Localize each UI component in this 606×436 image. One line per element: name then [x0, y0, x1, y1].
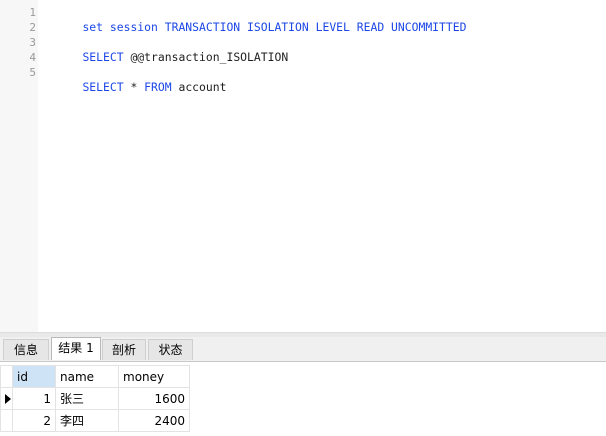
grid-header-row: id name money	[0, 365, 190, 388]
line-number: 4	[29, 51, 36, 64]
cell-money[interactable]: 2400	[118, 409, 190, 432]
line-number: 2	[29, 21, 36, 34]
line-number: 5	[29, 66, 36, 79]
sql-keyword: SELECT	[82, 80, 124, 94]
cell-name[interactable]: 张三	[55, 387, 119, 410]
sql-table-name: account	[171, 80, 227, 94]
table-row[interactable]: 2 李四 2400	[0, 409, 190, 432]
tab-result-1[interactable]: 结果 1	[51, 337, 101, 360]
sql-keyword: FROM	[144, 80, 172, 94]
cell-id[interactable]: 2	[12, 409, 56, 432]
cell-id[interactable]: 1	[12, 387, 56, 410]
cell-name[interactable]: 李四	[55, 409, 119, 432]
sql-keyword: SELECT	[82, 50, 131, 64]
sql-text: *	[123, 80, 145, 94]
row-indicator	[0, 409, 13, 432]
line-number: 1	[29, 6, 36, 19]
current-row-indicator	[0, 387, 13, 410]
line-number-gutter: 1 2 3 4 5	[0, 0, 38, 332]
sql-editor[interactable]: 1 2 3 4 5 set session TRANSACTION ISOLAT…	[0, 0, 606, 332]
row-indicator-header	[0, 365, 13, 388]
current-row-arrow-icon	[5, 394, 11, 404]
column-header-name[interactable]: name	[55, 365, 119, 388]
line-number: 3	[29, 36, 36, 49]
result-grid[interactable]: id name money 1 张三 1600 2 李四 2400	[0, 362, 606, 436]
tab-profile[interactable]: 剖析	[102, 339, 146, 360]
tab-status[interactable]: 状态	[148, 339, 193, 360]
sql-keyword: set session TRANSACTION ISOLATION LEVEL …	[82, 20, 467, 34]
sql-variable: @@transaction_ISOLATION	[130, 50, 289, 64]
column-header-money[interactable]: money	[118, 365, 190, 388]
column-header-id[interactable]: id	[12, 365, 56, 388]
table-row[interactable]: 1 张三 1600	[0, 387, 190, 410]
result-tab-bar: 信息 结果 1 剖析 状态	[0, 337, 606, 362]
cell-money[interactable]: 1600	[118, 387, 190, 410]
tab-info[interactable]: 信息	[3, 339, 49, 360]
code-line-5[interactable]: SELECT * FROM account	[55, 65, 226, 110]
